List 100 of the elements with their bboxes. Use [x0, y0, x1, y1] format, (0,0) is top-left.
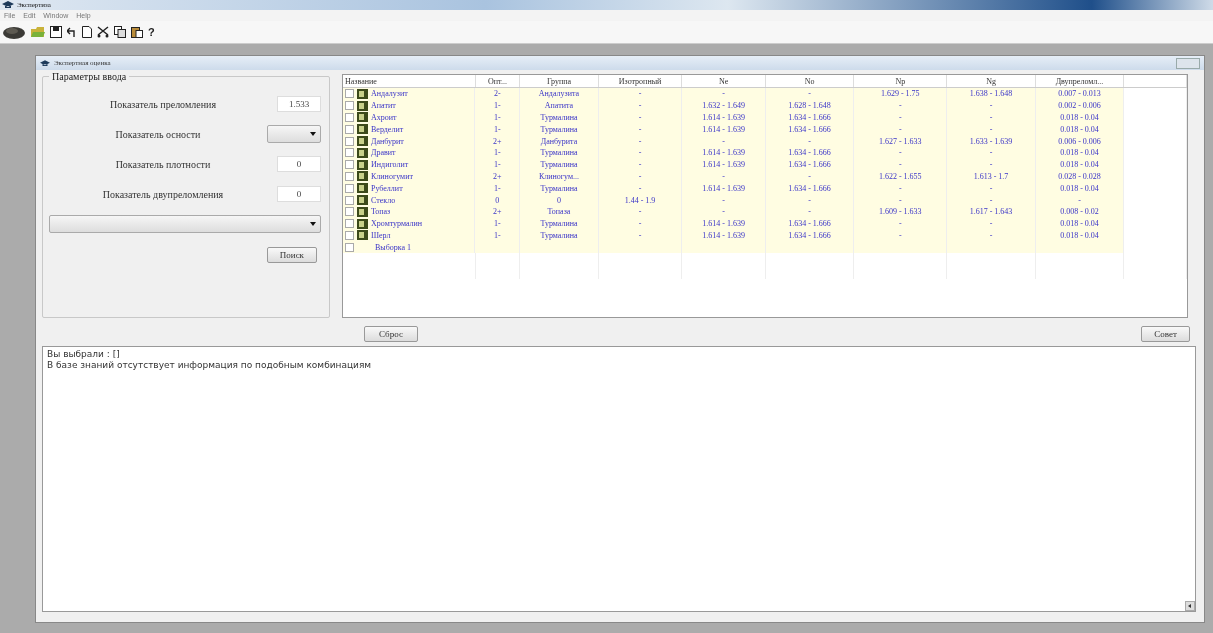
table-cell: 1.614 - 1.639: [681, 182, 766, 195]
table-cell: 1.634 - 1.666: [765, 123, 854, 136]
table-cell: Стекло: [371, 195, 396, 205]
folder-icon[interactable]: [31, 26, 45, 38]
copy-icon[interactable]: [114, 26, 126, 38]
table-cell: 1.614 - 1.639: [681, 123, 766, 136]
scroll-button[interactable]: [1185, 601, 1195, 611]
column-header[interactable]: Группа: [519, 75, 599, 88]
checkbox[interactable]: [345, 230, 354, 240]
input-field[interactable]: 0: [277, 156, 321, 172]
document-icon: [357, 124, 368, 135]
column-header[interactable]: Опт...: [475, 75, 520, 88]
table-cell: Шерл: [371, 230, 391, 240]
column-header[interactable]: Ng: [946, 75, 1036, 88]
table-cell: Хромтурмалин: [371, 219, 423, 229]
column-header[interactable]: Ne: [681, 75, 766, 88]
document-icon: [357, 88, 368, 99]
table-cell: 0: [519, 194, 599, 206]
checkbox[interactable]: [345, 136, 354, 146]
input-field[interactable]: 1.533: [277, 96, 321, 112]
table-cell: 0.018 - 0.04: [1035, 182, 1124, 195]
advice-button[interactable]: Совет: [1141, 326, 1190, 342]
document-icon: [357, 112, 368, 123]
checkbox[interactable]: [345, 219, 354, 229]
output-line: Вы выбрали : []: [47, 349, 121, 360]
column-header[interactable]: Название: [343, 75, 476, 88]
undo-icon[interactable]: [67, 27, 77, 37]
checkbox[interactable]: [345, 124, 354, 134]
table-cell: -: [946, 182, 1036, 195]
table-cell: -: [946, 194, 1036, 206]
table-cell: -: [598, 182, 682, 195]
table-cell: Данбурита: [519, 135, 599, 147]
table-cell: Турмалина: [519, 182, 599, 195]
table-cell: Ахроит: [371, 113, 397, 122]
column-header[interactable]: Np: [853, 75, 947, 88]
dropdown[interactable]: [49, 215, 321, 233]
search-button[interactable]: Поиск: [266, 247, 317, 263]
checkbox[interactable]: [345, 207, 354, 217]
table-cell: Данбурит: [371, 136, 404, 146]
document-icon: [357, 218, 368, 229]
new-document-icon[interactable]: [82, 26, 92, 38]
table-cell: 1-: [475, 123, 520, 136]
table-cell: Андалузит: [371, 89, 408, 99]
checkbox[interactable]: [345, 160, 354, 170]
table-cell: Клиногумит: [371, 171, 413, 181]
checkbox[interactable]: [345, 183, 354, 193]
scissors-icon[interactable]: [97, 26, 109, 38]
help-button[interactable]: ?: [148, 26, 155, 38]
field-label: Показатель плотности: [114, 158, 212, 170]
checkbox[interactable]: [345, 89, 354, 99]
table-cell: Индиголит: [371, 160, 409, 170]
caret-icon: [310, 222, 316, 226]
table-cell: 0.006 - 0.006: [1035, 135, 1124, 147]
table-cell: -: [598, 123, 682, 136]
table-cell: -: [853, 123, 947, 136]
input-field[interactable]: 0: [277, 186, 321, 202]
table-cell: -: [681, 194, 766, 206]
caret-icon: [310, 132, 316, 136]
table-cell: 1.44 - 1.9: [598, 194, 682, 206]
table-cell: 2+: [475, 135, 520, 147]
table-cell: -: [1035, 194, 1124, 206]
checkbox[interactable]: [345, 171, 354, 181]
document-icon: [357, 195, 368, 206]
field-label: Показатель преломления: [109, 98, 217, 110]
paste-icon[interactable]: [131, 26, 143, 38]
field-label: Показатель осности: [114, 128, 202, 140]
reset-button[interactable]: Сброс: [364, 326, 418, 342]
document-icon: [357, 230, 368, 241]
dropdown[interactable]: [267, 125, 321, 143]
table-cell: Топаз: [371, 207, 391, 217]
document-icon: [357, 206, 368, 217]
table-cell: Турмалина: [519, 123, 599, 136]
checkbox[interactable]: [345, 101, 354, 111]
window-control-buttons[interactable]: [1176, 57, 1200, 69]
table-cell: Дравит: [371, 148, 396, 158]
table-cell: -: [765, 194, 854, 206]
table-cell: Рубеллит: [371, 183, 403, 193]
document-icon: [357, 147, 368, 158]
table-cell: -: [681, 135, 766, 147]
document-icon: [357, 136, 368, 147]
checkbox[interactable]: [345, 195, 354, 205]
document-icon: [357, 100, 368, 111]
table-cell: Апатит: [371, 101, 396, 111]
document-icon: [357, 183, 368, 194]
checkbox[interactable]: [345, 148, 354, 158]
table-cell: -: [853, 182, 947, 195]
checkbox[interactable]: [345, 242, 354, 252]
document-icon: [357, 159, 368, 170]
output-line: В базе знаний отсутствует информация по подобным комбинациям: [47, 360, 373, 371]
table-cell: 1.634 - 1.666: [765, 182, 854, 195]
column-header[interactable]: Двупреломл...: [1035, 75, 1124, 88]
column-header[interactable]: Изотропный: [598, 75, 682, 88]
table-cell: -: [853, 194, 947, 206]
group-title: Параметры ввода: [49, 71, 130, 82]
table-cell: 1.627 - 1.633: [853, 135, 947, 147]
table-cell: 0.018 - 0.04: [1035, 123, 1124, 136]
column-header[interactable]: No: [765, 75, 854, 88]
table-cell: 0: [475, 194, 520, 206]
save-icon[interactable]: [50, 26, 62, 38]
checkbox[interactable]: [345, 113, 354, 122]
